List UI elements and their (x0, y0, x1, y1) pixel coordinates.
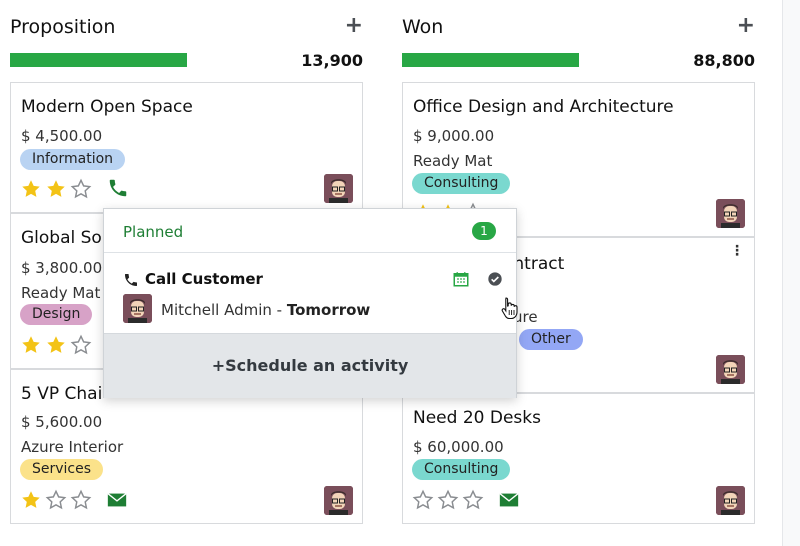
activity-separator: - (271, 301, 287, 319)
column-progress-bar[interactable] (10, 53, 187, 67)
card-amount: $ 3,800.00 (21, 259, 103, 277)
tag-design: Design (20, 304, 93, 325)
envelope-icon[interactable] (498, 489, 520, 511)
card-title: Office Design and Architecture (413, 97, 674, 117)
mark-done-icon[interactable] (487, 271, 503, 287)
column-header: Won + (402, 0, 755, 46)
column-title: Proposition (10, 16, 116, 38)
column-progress-bar[interactable] (402, 53, 579, 67)
tag-consulting: Consulting (412, 459, 511, 480)
avatar (716, 355, 745, 384)
add-card-icon[interactable]: + (737, 15, 755, 37)
progress-fill (10, 53, 187, 67)
schedule-activity-label: Schedule an activity (225, 356, 409, 375)
kanban-column-won: Won + 88,800 Office Design and Architect… (402, 0, 755, 524)
tag-consulting: Consulting (412, 173, 511, 194)
calendar-icon[interactable] (452, 270, 470, 288)
avatar (123, 294, 152, 323)
hand-cursor-icon (501, 297, 518, 320)
avatar (716, 486, 745, 515)
tag-other: Other (519, 329, 583, 350)
card-amount: $ 4,500.00 (21, 127, 103, 145)
card-title: 5 VP Chai (21, 384, 103, 404)
activity-status-label: Planned (123, 223, 184, 241)
activity-due: Tomorrow (286, 301, 371, 319)
column-total: 13,900 (301, 51, 363, 70)
star-empty-icon[interactable] (412, 489, 434, 511)
phone-icon (125, 274, 137, 286)
activity-title: Call Customer (145, 270, 263, 288)
card-company: Ready Mat (413, 152, 493, 170)
card-title: Global Sol (21, 228, 107, 248)
plus-icon: + (211, 356, 226, 375)
star-filled-icon[interactable] (20, 334, 42, 356)
priority-stars (20, 489, 92, 511)
card-amount: $ 5,600.00 (21, 413, 103, 431)
activity-popover: Planned 1 Call Customer Mitchell Admin -… (103, 208, 517, 398)
card-title: Need 20 Desks (413, 408, 541, 428)
priority-stars (412, 489, 484, 511)
star-filled-icon[interactable] (45, 334, 67, 356)
star-filled-icon[interactable] (45, 178, 67, 200)
phone-icon[interactable] (107, 177, 129, 199)
progress-fill (402, 53, 579, 67)
priority-stars (20, 178, 92, 200)
star-empty-icon[interactable] (70, 489, 92, 511)
add-card-icon[interactable]: + (345, 15, 363, 37)
star-empty-icon[interactable] (70, 178, 92, 200)
column-progress-row: 88,800 (402, 46, 755, 82)
activity-assignee-line: Mitchell Admin - Tomorrow (161, 301, 370, 319)
card-company: Ready Mat (21, 284, 101, 302)
kebab-menu-icon[interactable]: ⋮ (730, 244, 744, 258)
column-title: Won (402, 16, 444, 38)
card-amount: $ 9,000.00 (413, 127, 495, 145)
avatar (324, 174, 353, 203)
priority-stars (20, 334, 92, 356)
column-header: Proposition + (10, 0, 363, 46)
kanban-column-proposition: Proposition + 13,900 Modern Open Space $… (10, 0, 363, 524)
activity-item[interactable]: Call Customer Mitchell Admin - Tomorrow (104, 254, 516, 333)
activity-user: Mitchell Admin (161, 301, 272, 319)
popover-header: Planned 1 (104, 209, 516, 253)
card-company: Azure Interior (21, 438, 124, 456)
star-empty-icon[interactable] (462, 489, 484, 511)
avatar (324, 486, 353, 515)
tag-information: Information (20, 149, 126, 170)
column-progress-row: 13,900 (10, 46, 363, 82)
column-total: 88,800 (693, 51, 755, 70)
star-empty-icon[interactable] (437, 489, 459, 511)
star-filled-icon[interactable] (20, 489, 42, 511)
star-filled-icon[interactable] (20, 178, 42, 200)
star-empty-icon[interactable] (70, 334, 92, 356)
activity-count-badge: 1 (472, 222, 496, 240)
card-title: Modern Open Space (21, 97, 193, 117)
envelope-icon[interactable] (106, 489, 128, 511)
popover-footer: +Schedule an activity (104, 333, 516, 398)
next-column-edge (782, 0, 800, 546)
avatar (716, 199, 745, 228)
kanban-card[interactable]: Need 20 Desks $ 60,000.00 Consulting (402, 393, 755, 524)
kanban-card[interactable]: Modern Open Space $ 4,500.00 Information (10, 82, 363, 213)
tag-services: Services (20, 459, 104, 480)
schedule-activity-button[interactable]: +Schedule an activity (104, 356, 516, 375)
card-amount: $ 60,000.00 (413, 438, 504, 456)
star-empty-icon[interactable] (45, 489, 67, 511)
